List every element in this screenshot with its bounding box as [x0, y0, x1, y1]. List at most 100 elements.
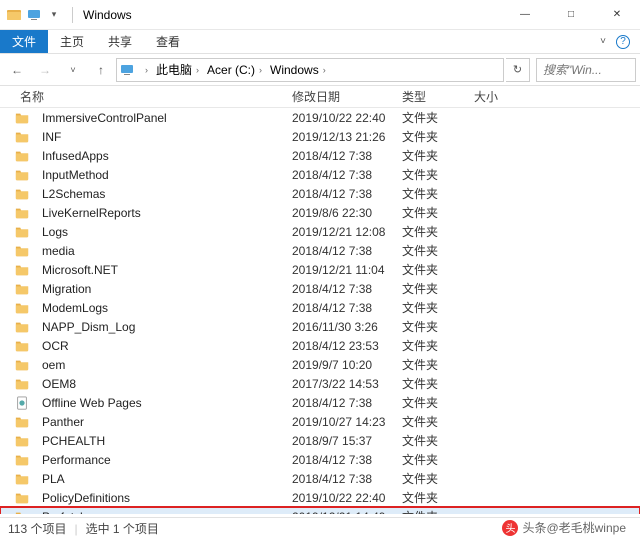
file-date: 2018/4/12 7:38	[286, 301, 396, 315]
chevron-right-icon: ›	[323, 65, 326, 75]
breadcrumb-root-sep[interactable]: ›	[137, 59, 152, 81]
file-row[interactable]: Prefetch2019/12/21 14:49文件夹	[0, 507, 640, 514]
watermark-icon: 头	[502, 520, 518, 536]
forward-button[interactable]: →	[32, 57, 58, 83]
status-separator: |	[74, 522, 77, 536]
file-row[interactable]: INF2019/12/13 21:26文件夹	[0, 127, 640, 146]
recent-locations-button[interactable]: ˅	[60, 57, 86, 83]
file-name: OEM8	[36, 377, 286, 391]
file-type: 文件夹	[396, 223, 468, 240]
breadcrumb-item-2[interactable]: Windows›	[266, 59, 330, 81]
file-row[interactable]: OCR2018/4/12 23:53文件夹	[0, 336, 640, 355]
file-row[interactable]: Logs2019/12/21 12:08文件夹	[0, 222, 640, 241]
file-row[interactable]: oem2019/9/7 10:20文件夹	[0, 355, 640, 374]
folder-icon	[14, 376, 30, 392]
file-name: InputMethod	[36, 168, 286, 182]
file-date: 2018/4/12 7:38	[286, 149, 396, 163]
file-type: 文件夹	[396, 299, 468, 316]
file-date: 2019/12/21 14:49	[286, 510, 396, 515]
tab-view[interactable]: 查看	[144, 30, 192, 53]
breadcrumb[interactable]: › 此电脑› Acer (C:)› Windows›	[116, 58, 504, 82]
folder-icon	[14, 338, 30, 354]
watermark-text: 头条@老毛桃winpe	[522, 519, 626, 536]
file-row[interactable]: ModemLogs2018/4/12 7:38文件夹	[0, 298, 640, 317]
file-row[interactable]: Performance2018/4/12 7:38文件夹	[0, 450, 640, 469]
file-date: 2016/11/30 3:26	[286, 320, 396, 334]
help-icon[interactable]: ?	[616, 35, 630, 49]
column-size[interactable]: 大小	[468, 88, 528, 105]
file-date: 2018/4/12 7:38	[286, 244, 396, 258]
file-date: 2019/8/6 22:30	[286, 206, 396, 220]
folder-icon	[14, 490, 30, 506]
folder-icon	[14, 167, 30, 183]
tab-home[interactable]: 主页	[48, 30, 96, 53]
file-row[interactable]: PolicyDefinitions2019/10/22 22:40文件夹	[0, 488, 640, 507]
chevron-down-icon: ˅	[600, 36, 606, 47]
folder-icon	[14, 433, 30, 449]
file-row[interactable]: Offline Web Pages2018/4/12 7:38文件夹	[0, 393, 640, 412]
refresh-icon: ↻	[513, 63, 522, 76]
search-box[interactable]	[536, 58, 636, 82]
file-date: 2019/12/21 12:08	[286, 225, 396, 239]
qat-dropdown-icon[interactable]: ▾	[46, 7, 62, 23]
file-row[interactable]: OEM82017/3/22 14:53文件夹	[0, 374, 640, 393]
file-row[interactable]: Panther2019/10/27 14:23文件夹	[0, 412, 640, 431]
folder-app-icon	[6, 7, 22, 23]
file-date: 2018/4/12 7:38	[286, 187, 396, 201]
file-type: 文件夹	[396, 413, 468, 430]
folder-icon	[14, 224, 30, 240]
file-row[interactable]: PLA2018/4/12 7:38文件夹	[0, 469, 640, 488]
column-date[interactable]: 修改日期	[286, 88, 396, 105]
tab-share[interactable]: 共享	[96, 30, 144, 53]
file-row[interactable]: NAPP_Dism_Log2016/11/30 3:26文件夹	[0, 317, 640, 336]
status-total: 113 个项目	[8, 520, 66, 537]
file-list[interactable]: ImmersiveControlPanel2019/10/22 22:40文件夹…	[0, 108, 640, 514]
file-row[interactable]: InputMethod2018/4/12 7:38文件夹	[0, 165, 640, 184]
breadcrumb-item-0[interactable]: 此电脑›	[152, 59, 203, 81]
file-date: 2018/4/12 7:38	[286, 282, 396, 296]
tab-file-label: 文件	[12, 33, 36, 50]
file-type: 文件夹	[396, 166, 468, 183]
tab-file[interactable]: 文件	[0, 30, 48, 53]
file-row[interactable]: InfusedApps2018/4/12 7:38文件夹	[0, 146, 640, 165]
column-name[interactable]: 名称	[14, 88, 286, 105]
qat-new-folder-icon[interactable]	[26, 7, 42, 23]
file-type: 文件夹	[396, 489, 468, 506]
addressbar: ← → ˅ ↑ › 此电脑› Acer (C:)› Windows› ↻	[0, 54, 640, 86]
ribbon-expand-button[interactable]: ˅ ?	[590, 30, 640, 53]
file-row[interactable]: Microsoft.NET2019/12/21 11:04文件夹	[0, 260, 640, 279]
file-row[interactable]: PCHEALTH2018/9/7 15:37文件夹	[0, 431, 640, 450]
file-name: oem	[36, 358, 286, 372]
breadcrumb-item-1[interactable]: Acer (C:)›	[203, 59, 266, 81]
file-row[interactable]: Migration2018/4/12 7:38文件夹	[0, 279, 640, 298]
page-icon	[14, 395, 30, 411]
minimize-button[interactable]: —	[502, 0, 548, 29]
close-button[interactable]: ✕	[594, 0, 640, 29]
refresh-button[interactable]: ↻	[506, 58, 530, 82]
window-title: Windows	[83, 8, 132, 22]
file-type: 文件夹	[396, 261, 468, 278]
file-name: ImmersiveControlPanel	[36, 111, 286, 125]
folder-icon	[14, 205, 30, 221]
column-headers: 名称 修改日期 类型 大小	[0, 86, 640, 108]
folder-icon	[14, 357, 30, 373]
file-row[interactable]: L2Schemas2018/4/12 7:38文件夹	[0, 184, 640, 203]
file-name: ModemLogs	[36, 301, 286, 315]
file-type: 文件夹	[396, 432, 468, 449]
file-row[interactable]: LiveKernelReports2019/8/6 22:30文件夹	[0, 203, 640, 222]
column-type[interactable]: 类型	[396, 88, 468, 105]
file-name: PCHEALTH	[36, 434, 286, 448]
file-row[interactable]: ImmersiveControlPanel2019/10/22 22:40文件夹	[0, 108, 640, 127]
folder-icon	[14, 186, 30, 202]
folder-icon	[14, 148, 30, 164]
file-name: Offline Web Pages	[36, 396, 286, 410]
file-type: 文件夹	[396, 337, 468, 354]
back-button[interactable]: ←	[4, 57, 30, 83]
file-row[interactable]: media2018/4/12 7:38文件夹	[0, 241, 640, 260]
maximize-button[interactable]: □	[548, 0, 594, 29]
file-name: NAPP_Dism_Log	[36, 320, 286, 334]
breadcrumb-root-icon[interactable]	[119, 62, 135, 78]
up-button[interactable]: ↑	[88, 57, 114, 83]
file-name: Performance	[36, 453, 286, 467]
search-input[interactable]	[541, 62, 631, 78]
